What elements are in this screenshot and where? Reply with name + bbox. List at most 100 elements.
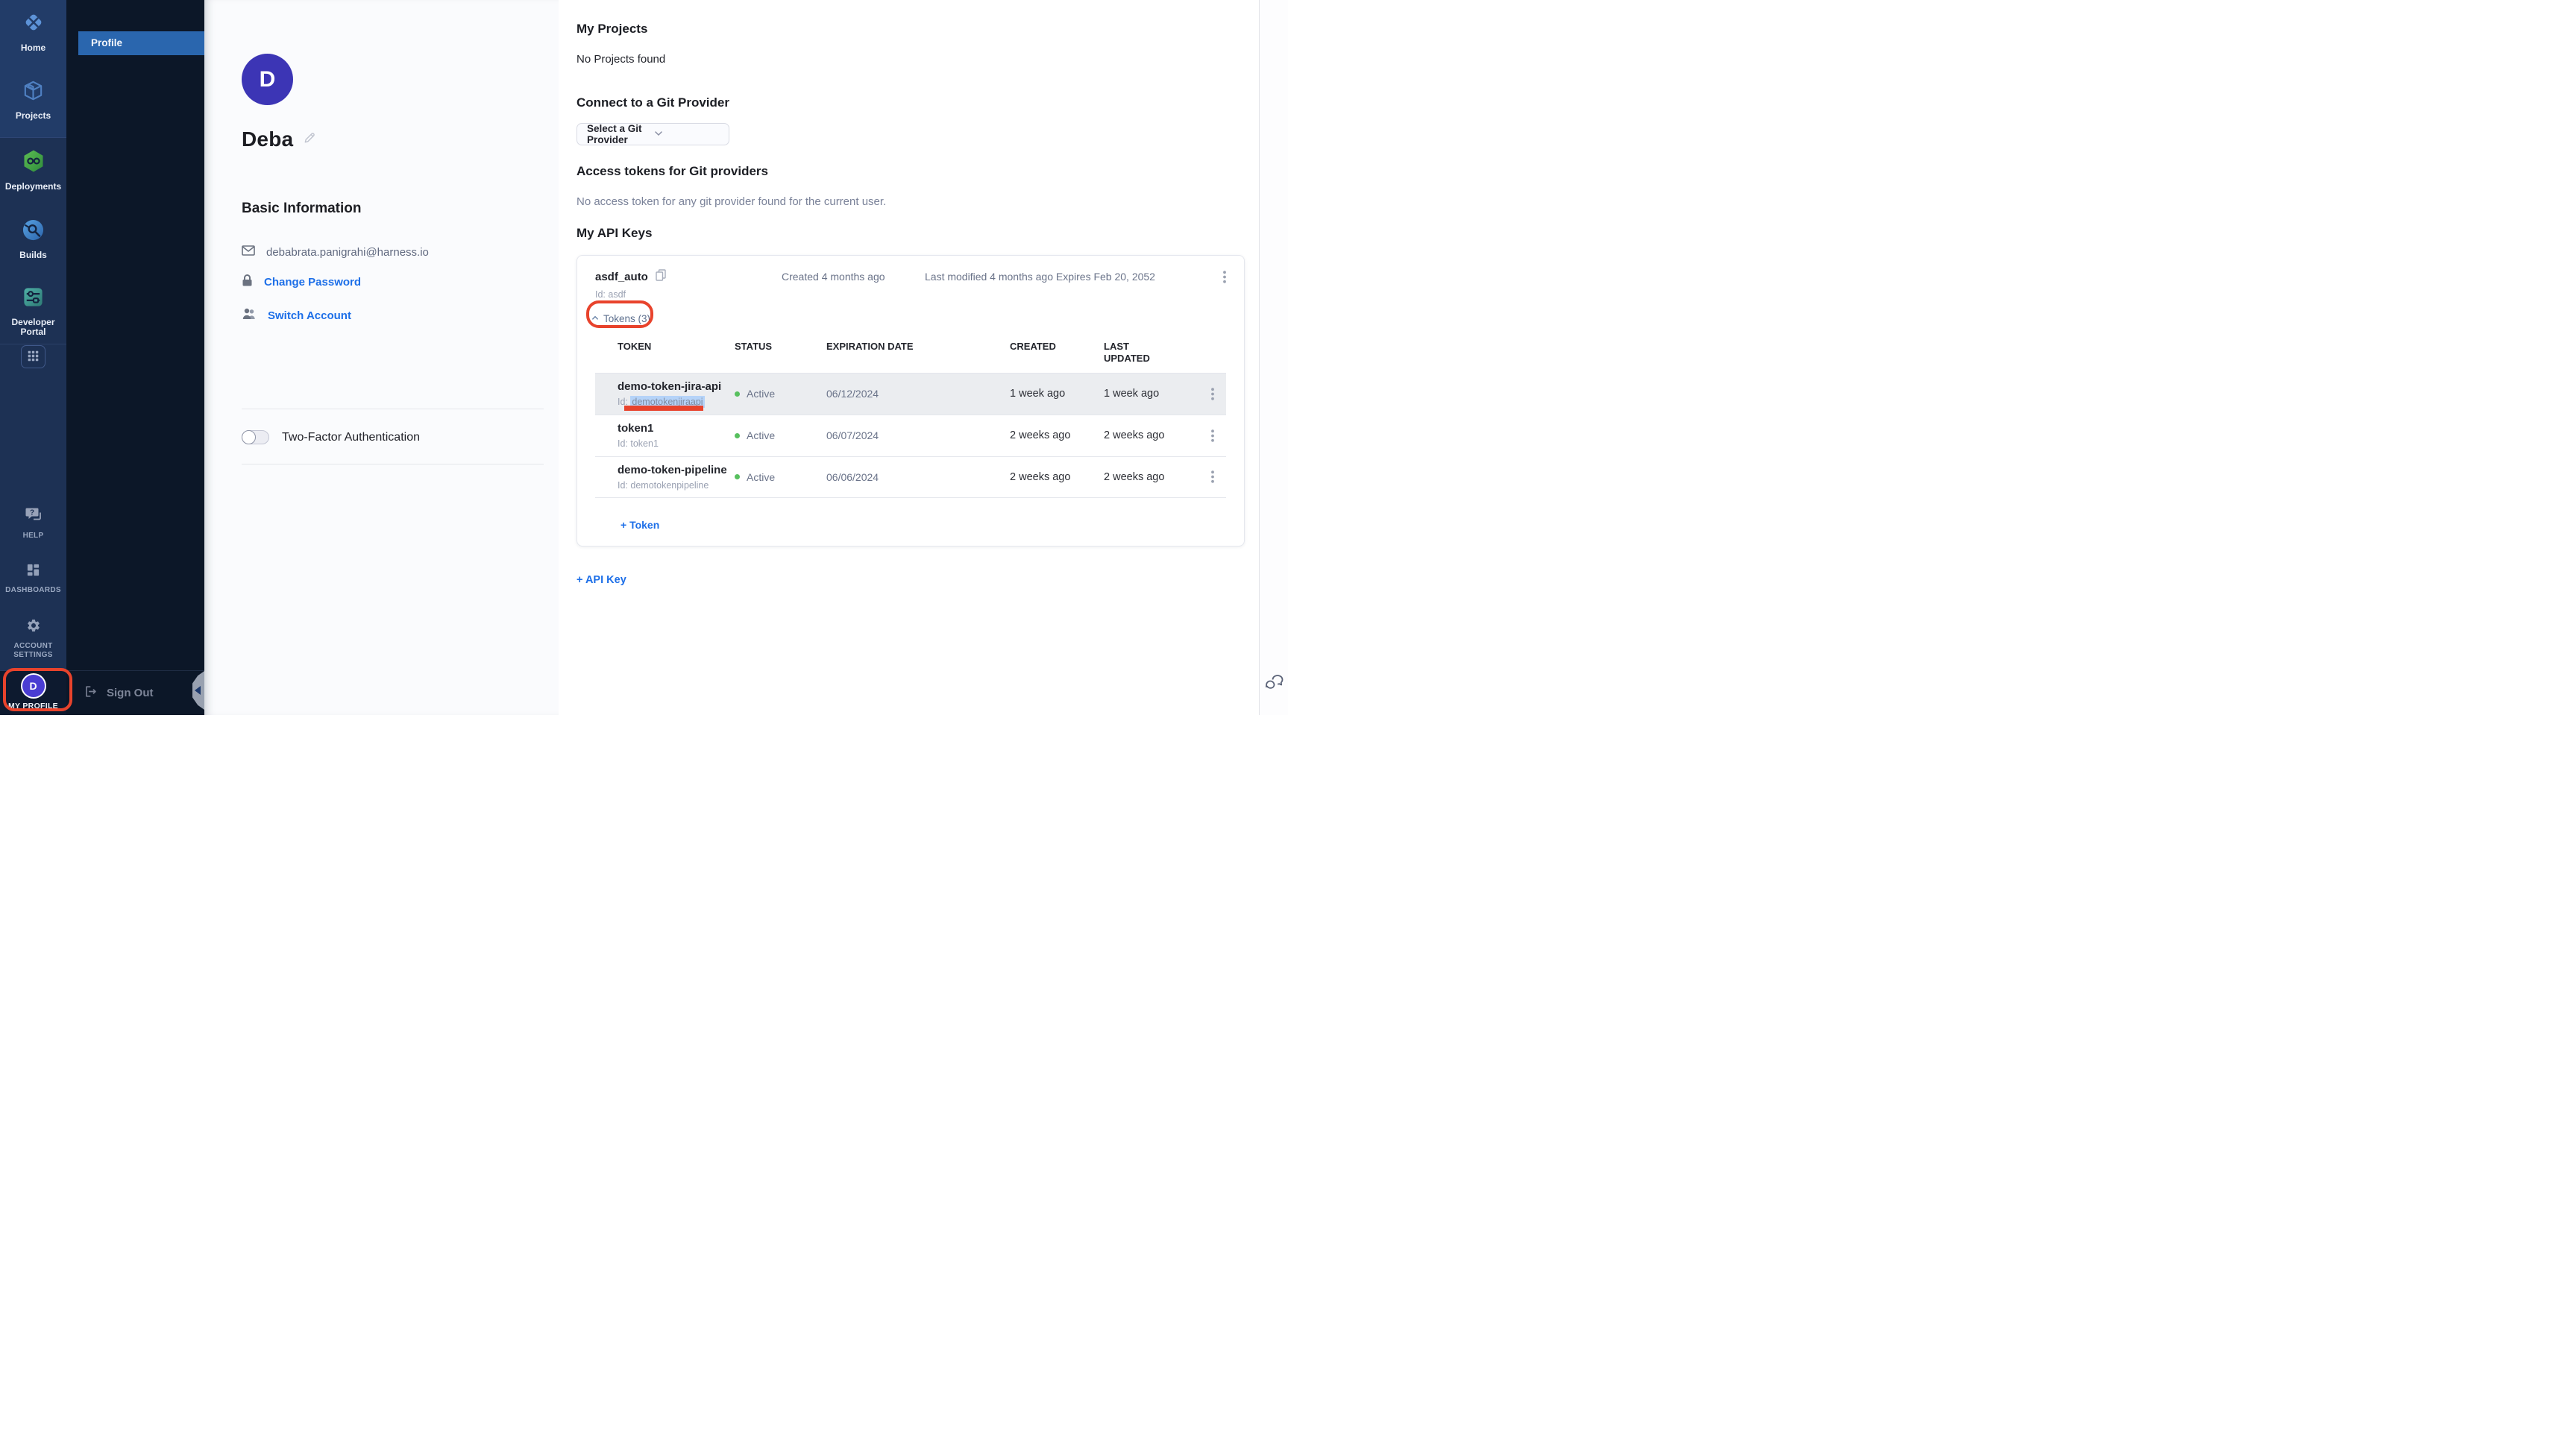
git-provider-title: Connect to a Git Provider	[577, 95, 1288, 110]
token-created: 2 weeks ago	[1010, 471, 1104, 483]
status-dot	[735, 391, 740, 397]
sign-out-label: Sign Out	[107, 687, 154, 699]
api-key-id: Id: asdf	[595, 289, 1226, 300]
main-content: My Projects No Projects found Connect to…	[559, 0, 1288, 715]
two-factor-label: Two-Factor Authentication	[282, 431, 420, 444]
sidebar-item-deployments[interactable]: Deployments	[0, 149, 66, 192]
tokens-table: TOKEN STATUS EXPIRATION DATE CREATED LAS…	[595, 341, 1226, 498]
sidebar-item-developer-portal[interactable]: Developer Portal	[0, 286, 66, 337]
sidebar-item-builds[interactable]: Builds	[0, 218, 66, 260]
add-token-button[interactable]: + Token	[621, 519, 659, 531]
api-key-card: asdf_auto Created 4 months ago Last modi…	[577, 255, 1245, 547]
column-header-last-updated: LAST UPDATED	[1104, 341, 1163, 365]
apps-grid-icon	[27, 350, 40, 365]
sidebar-item-label: Projects	[16, 111, 51, 121]
token-expiration: 06/06/2024	[826, 471, 1010, 483]
token-menu-button[interactable]	[1208, 386, 1217, 402]
token-updated: 2 weeks ago	[1104, 471, 1193, 483]
access-tokens-title: Access tokens for Git providers	[577, 164, 1288, 178]
sidebar-item-label: Builds	[19, 251, 47, 260]
sidebar-item-projects[interactable]: Projects	[0, 79, 66, 121]
tokens-count-label: Tokens (3)	[603, 313, 650, 324]
token-id-prefix: Id:	[618, 438, 630, 449]
profile-name: Deba	[242, 127, 293, 151]
column-header-token: TOKEN	[595, 341, 735, 353]
token-id-value: token1	[630, 438, 659, 449]
home-icon	[22, 10, 45, 38]
column-header-status: STATUS	[735, 341, 826, 353]
basic-information-title: Basic Information	[242, 201, 544, 217]
sidebar-item-label: ACCOUNT SETTINGS	[7, 642, 60, 660]
table-row[interactable]: demo-token-pipeline Id: demotokenpipelin…	[595, 456, 1226, 498]
status-label: Active	[747, 429, 775, 441]
token-name: token1	[618, 422, 735, 435]
my-projects-title: My Projects	[577, 22, 1288, 36]
token-updated: 1 week ago	[1104, 388, 1193, 400]
table-row[interactable]: demo-token-jira-api Id: demotokenjiraapi…	[595, 373, 1226, 415]
column-header-expiration: EXPIRATION DATE	[826, 341, 1010, 353]
chat-widget-button[interactable]	[1266, 673, 1284, 693]
token-name: demo-token-jira-api	[618, 380, 735, 393]
sidebar-item-my-profile[interactable]: D MY PROFILE	[0, 670, 66, 715]
token-name: demo-token-pipeline	[618, 464, 735, 476]
developer-portal-icon	[22, 286, 45, 312]
token-menu-button[interactable]	[1208, 428, 1217, 444]
toggle-knob	[242, 430, 256, 444]
switch-account-icon	[242, 307, 257, 324]
sidebar-item-label: Deployments	[5, 182, 61, 192]
sidebar-item-label: DASHBOARDS	[5, 586, 61, 595]
token-id-prefix: Id:	[618, 397, 630, 407]
add-api-key-button[interactable]: + API Key	[577, 574, 626, 586]
tokens-expander[interactable]: Tokens (3)	[591, 312, 650, 325]
sidebar-item-dashboards[interactable]: DASHBOARDS	[0, 563, 66, 595]
api-keys-title: My API Keys	[577, 226, 1288, 240]
nav-item-profile[interactable]: Profile	[78, 31, 204, 55]
token-expiration: 06/07/2024	[826, 429, 1010, 441]
table-row[interactable]: token1 Id: token1 Active 06/07/2024 2 we…	[595, 415, 1226, 456]
envelope-icon	[242, 245, 255, 259]
chevron-down-icon	[654, 129, 721, 140]
api-key-modified: Last modified 4 months ago Expires Feb 2…	[925, 271, 1155, 283]
sign-out-icon	[84, 684, 98, 702]
status-label: Active	[747, 388, 775, 400]
dashboards-icon	[26, 563, 40, 581]
two-factor-toggle[interactable]	[242, 430, 269, 444]
change-password-link[interactable]: Change Password	[264, 276, 361, 289]
token-updated: 2 weeks ago	[1104, 429, 1193, 441]
token-created: 2 weeks ago	[1010, 429, 1104, 441]
chevron-up-icon	[591, 312, 600, 326]
sidebar-item-help[interactable]: ? HELP	[0, 506, 66, 541]
status-dot	[735, 474, 740, 479]
api-key-created: Created 4 months ago	[782, 271, 885, 283]
token-id-prefix: Id:	[618, 480, 630, 491]
api-key-name: asdf_auto	[595, 271, 648, 283]
sidebar-item-label: Developer Portal	[7, 318, 60, 337]
chevron-left-icon	[195, 686, 201, 695]
profile-panel: D Deba Basic Information debabrata.panig…	[204, 0, 559, 715]
projects-icon	[22, 79, 45, 106]
token-id-value: demotokenpipeline	[630, 480, 709, 491]
status-dot	[735, 433, 740, 438]
sidebar-item-label: MY PROFILE	[8, 702, 58, 711]
token-menu-button[interactable]	[1208, 469, 1217, 485]
no-access-tokens-text: No access token for any git provider fou…	[577, 195, 1288, 208]
module-picker-button[interactable]	[21, 345, 45, 368]
sidebar-item-home[interactable]: Home	[0, 10, 66, 53]
divider	[1259, 0, 1260, 715]
profile-avatar: D	[242, 54, 293, 105]
edit-name-icon[interactable]	[303, 130, 317, 148]
scroll-gutter	[1260, 0, 1288, 715]
primary-sidebar: Home Projects Deployments Builds Develop	[0, 0, 66, 715]
git-provider-select[interactable]: Select a Git Provider	[577, 123, 729, 145]
builds-icon	[22, 218, 45, 245]
lock-icon	[242, 274, 253, 291]
token-created: 1 week ago	[1010, 388, 1104, 400]
sign-out-button[interactable]: Sign Out	[66, 670, 204, 715]
sidebar-item-account-settings[interactable]: ACCOUNT SETTINGS	[0, 618, 66, 660]
copy-icon[interactable]	[656, 269, 666, 285]
secondary-sidebar: Profile Sign Out	[66, 0, 204, 715]
switch-account-link[interactable]: Switch Account	[268, 309, 351, 322]
token-expiration: 06/12/2024	[826, 388, 1010, 400]
no-projects-text: No Projects found	[577, 53, 1288, 66]
api-key-menu-button[interactable]	[1220, 269, 1229, 285]
